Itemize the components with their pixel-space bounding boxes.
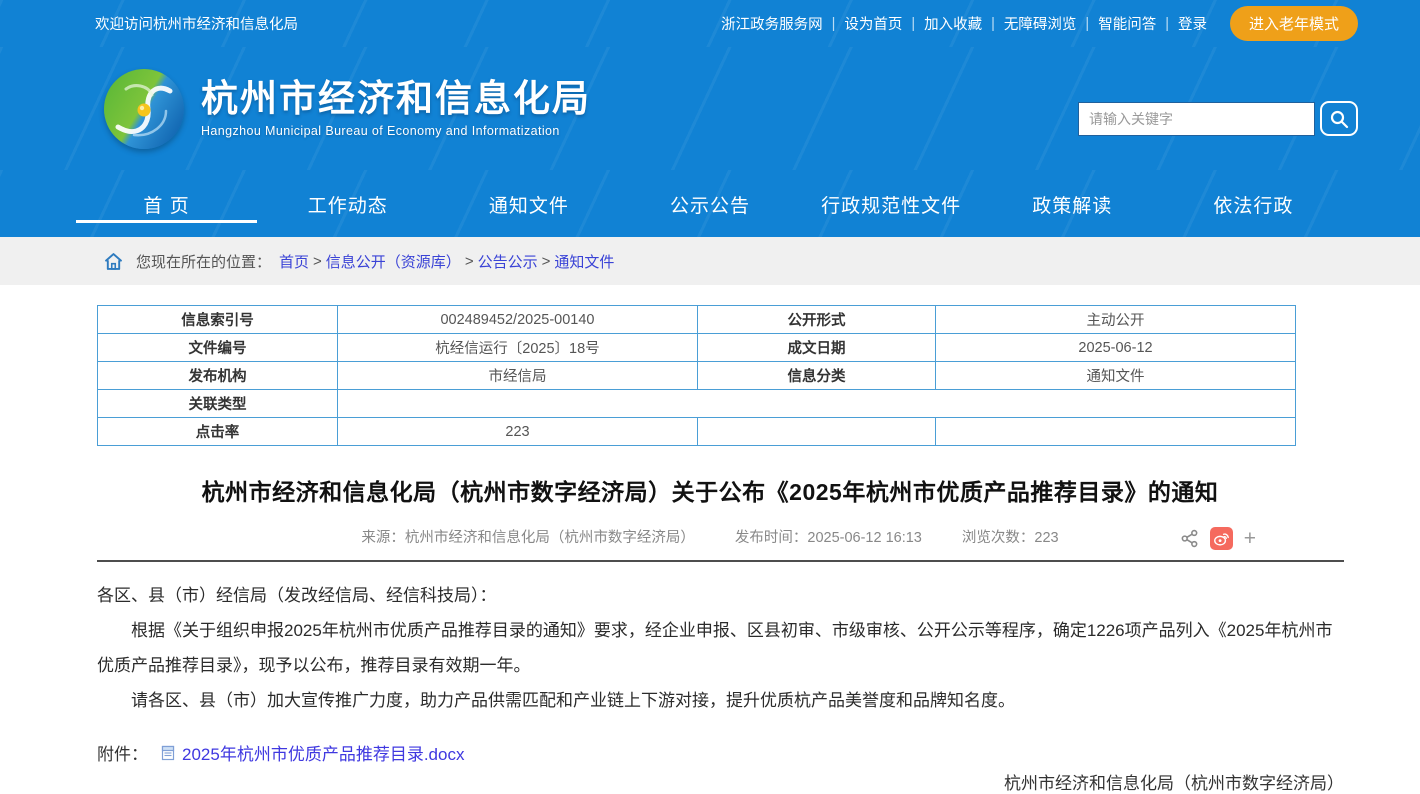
site-header: 杭州市经济和信息化局 Hangzhou Municipal Bureau of …: [0, 47, 1420, 170]
search-icon: [1329, 109, 1349, 129]
welcome-text: 欢迎访问杭州市经济和信息化局: [95, 13, 298, 34]
cell-doc-number-value: 杭经信运行〔2025〕18号: [338, 334, 698, 362]
article-body: 各区、县（市）经信局（发改经信局、经信科技局）： 根据《关于组织申报2025年杭…: [97, 578, 1344, 718]
cell-relation-type-label: 关联类型: [98, 390, 338, 418]
attachment-label: 附件：: [97, 740, 148, 765]
cell-date-label: 成文日期: [698, 334, 936, 362]
cell-category-label: 信息分类: [698, 362, 936, 390]
cell-issuer-value: 市经信局: [338, 362, 698, 390]
table-row: 点击率 223: [98, 418, 1296, 446]
doc-file-icon: [160, 745, 176, 761]
meta-publish-time: 发布时间：2025-06-12 16:13: [735, 530, 922, 546]
nav-policy-interpretation[interactable]: 政策解读: [982, 170, 1163, 237]
separator: >: [465, 253, 474, 270]
nav-public-announcements[interactable]: 公示公告: [619, 170, 800, 237]
attachment-link[interactable]: 2025年杭州市优质产品推荐目录.docx: [182, 740, 464, 765]
link-set-homepage[interactable]: 设为首页: [835, 13, 911, 34]
cell-open-form-value: 主动公开: [936, 306, 1296, 334]
elder-mode-button[interactable]: 进入老年模式: [1230, 6, 1358, 41]
cell-empty: [698, 418, 936, 446]
meta-views: 浏览次数：223: [962, 530, 1059, 546]
cell-clicks-value: 223: [338, 418, 698, 446]
search-button[interactable]: [1320, 101, 1358, 136]
site-title: 杭州市经济和信息化局 Hangzhou Municipal Bureau of …: [201, 79, 591, 139]
paragraph: 请各区、县（市）加大宣传推广力度，助力产品供需匹配和产业链上下游对接，提升优质杭…: [97, 683, 1344, 718]
cell-relation-type-value: [338, 390, 1296, 418]
top-links: 浙江政务服务网 | 设为首页 | 加入收藏 | 无障碍浏览 | 智能问答 | 登…: [712, 6, 1358, 41]
cell-index-label: 信息索引号: [98, 306, 338, 334]
more-share-icon[interactable]: +: [1244, 528, 1256, 549]
breadcrumb-notice-files[interactable]: 通知文件: [554, 251, 614, 272]
separator: |: [911, 16, 915, 32]
separator: >: [313, 253, 322, 270]
separator: |: [1085, 16, 1089, 32]
separator: |: [991, 16, 995, 32]
link-add-favorite[interactable]: 加入收藏: [915, 13, 991, 34]
cell-clicks-label: 点击率: [98, 418, 338, 446]
share-tools: +: [1180, 527, 1256, 550]
breadcrumb-home[interactable]: 首页: [279, 251, 309, 272]
breadcrumb-announcements[interactable]: 公告公示: [478, 251, 538, 272]
nav-work-news[interactable]: 工作动态: [257, 170, 438, 237]
cell-doc-number-label: 文件编号: [98, 334, 338, 362]
link-zhejiang-gov[interactable]: 浙江政务服务网: [712, 13, 832, 34]
home-icon[interactable]: [103, 251, 124, 272]
signature: 杭州市经济和信息化局（杭州市数字经济局）: [76, 769, 1344, 794]
site-name: 杭州市经济和信息化局: [201, 79, 591, 120]
separator: >: [542, 253, 551, 270]
nav-notice-files[interactable]: 通知文件: [438, 170, 619, 237]
separator: |: [832, 16, 836, 32]
nav-law-based-administration[interactable]: 依法行政: [1163, 170, 1344, 237]
info-table: 信息索引号 002489452/2025-00140 公开形式 主动公开 文件编…: [97, 305, 1296, 446]
site-logo: [104, 69, 184, 149]
link-accessibility[interactable]: 无障碍浏览: [995, 13, 1086, 34]
meta-source: 来源：杭州市经济和信息化局（杭州市数字经济局）: [361, 530, 695, 546]
weibo-icon[interactable]: [1210, 527, 1233, 550]
breadcrumb: 您现在所在的位置： 首页 > 信息公开（资源库） > 公告公示 > 通知文件: [76, 251, 1344, 272]
article-meta: 来源：杭州市经济和信息化局（杭州市数字经济局） 发布时间：2025-06-12 …: [76, 526, 1344, 550]
search-input[interactable]: [1078, 102, 1315, 136]
table-row: 关联类型: [98, 390, 1296, 418]
main-content: 信息索引号 002489452/2025-00140 公开形式 主动公开 文件编…: [76, 285, 1344, 794]
separator: |: [1165, 16, 1169, 32]
cell-date-value: 2025-06-12: [936, 334, 1296, 362]
divider: [97, 560, 1344, 562]
breadcrumb-info-disclosure[interactable]: 信息公开（资源库）: [326, 251, 461, 272]
paragraph: 各区、县（市）经信局（发改经信局、经信科技局）：: [97, 578, 1344, 613]
table-row: 信息索引号 002489452/2025-00140 公开形式 主动公开: [98, 306, 1296, 334]
search-box: [1078, 101, 1358, 136]
nav-home[interactable]: 首 页: [76, 170, 257, 237]
page-title: 杭州市经济和信息化局（杭州市数字经济局）关于公布《2025年杭州市优质产品推荐目…: [76, 473, 1344, 507]
nav-normative-documents[interactable]: 行政规范性文件: [801, 170, 982, 237]
breadcrumb-bar: 您现在所在的位置： 首页 > 信息公开（资源库） > 公告公示 > 通知文件: [0, 237, 1420, 285]
attachment-row: 附件： 2025年杭州市优质产品推荐目录.docx: [97, 740, 1344, 765]
share-icon[interactable]: [1180, 529, 1199, 548]
site-name-en: Hangzhou Municipal Bureau of Economy and…: [201, 124, 591, 138]
cell-index-value: 002489452/2025-00140: [338, 306, 698, 334]
main-nav: 首 页 工作动态 通知文件 公示公告 行政规范性文件 政策解读 依法行政: [0, 170, 1420, 237]
link-smart-qa[interactable]: 智能问答: [1089, 13, 1165, 34]
link-login[interactable]: 登录: [1169, 13, 1216, 34]
table-row: 文件编号 杭经信运行〔2025〕18号 成文日期 2025-06-12: [98, 334, 1296, 362]
top-bar: 欢迎访问杭州市经济和信息化局 浙江政务服务网 | 设为首页 | 加入收藏 | 无…: [0, 0, 1420, 47]
cell-open-form-label: 公开形式: [698, 306, 936, 334]
cell-issuer-label: 发布机构: [98, 362, 338, 390]
cell-empty: [936, 418, 1296, 446]
table-row: 发布机构 市经信局 信息分类 通知文件: [98, 362, 1296, 390]
breadcrumb-label: 您现在所在的位置：: [136, 251, 271, 272]
paragraph: 根据《关于组织申报2025年杭州市优质产品推荐目录的通知》要求，经企业申报、区县…: [97, 613, 1344, 683]
cell-category-value: 通知文件: [936, 362, 1296, 390]
